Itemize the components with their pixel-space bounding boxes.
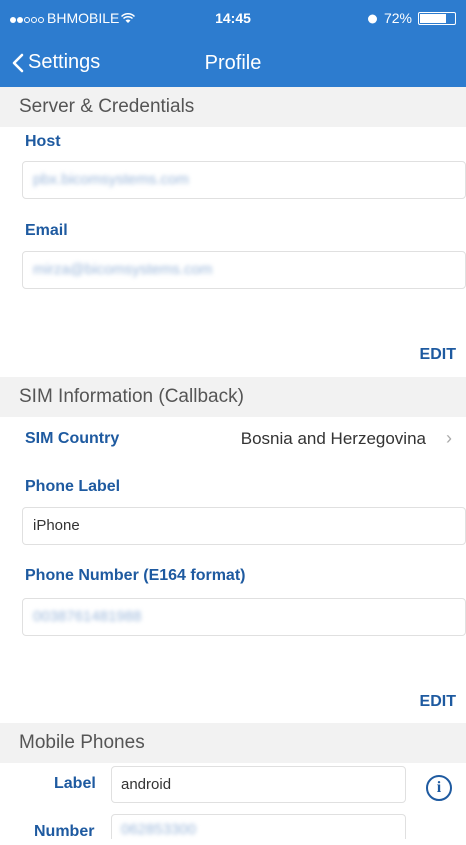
mobile-label-field[interactable]: android: [111, 766, 406, 803]
section-mobile-heading: Mobile Phones: [0, 723, 466, 763]
battery-icon: [418, 11, 456, 25]
battery-area: 72%: [367, 10, 456, 26]
host-value: pbx.bicomsystems.com: [33, 171, 189, 188]
host-field[interactable]: pbx.bicomsystems.com: [22, 161, 466, 199]
section-server-heading: Server & Credentials: [0, 87, 466, 127]
status-bar: BHMOBILE 14:45 72%: [0, 0, 466, 36]
alarm-icon: [367, 14, 377, 23]
mobile-number-field[interactable]: 062853300: [111, 814, 406, 839]
info-icon[interactable]: i: [426, 775, 452, 801]
email-value: mirza@bicomsystems.com: [33, 261, 213, 278]
battery-percent: 72%: [383, 10, 412, 26]
phone-label-value: iPhone: [33, 517, 80, 534]
mobile-label-value: android: [121, 776, 172, 793]
sim-edit-button[interactable]: EDIT: [420, 693, 456, 711]
sim-country-label: SIM Country: [25, 430, 120, 447]
email-field[interactable]: mirza@bicomsystems.com: [22, 251, 466, 289]
server-edit-button[interactable]: EDIT: [420, 346, 456, 364]
mobile-number-value: 062853300: [121, 821, 197, 838]
section-sim-heading: SIM Information (Callback): [0, 377, 466, 417]
phone-label-field[interactable]: iPhone: [22, 507, 466, 545]
sim-country-row[interactable]: SIM Country Bosnia and Herzegovina ›: [0, 420, 466, 460]
phone-number-label: Phone Number (E164 format): [25, 567, 246, 584]
email-label: Email: [25, 222, 68, 239]
phone-label-label: Phone Label: [25, 478, 121, 495]
host-label: Host: [25, 133, 61, 150]
mobile-number-label: Number: [34, 823, 95, 840]
chevron-right-icon: ›: [446, 428, 452, 448]
nav-bar: Settings Profile: [0, 45, 466, 85]
phone-number-field[interactable]: 0038761481988: [22, 598, 466, 636]
mobile-label-label: Label: [54, 775, 96, 792]
phone-number-value: 0038761481988: [33, 608, 142, 625]
page-title: Profile: [204, 52, 262, 74]
sim-country-value: Bosnia and Herzegovina: [240, 429, 426, 448]
app-header: BHMOBILE 14:45 72% Settings Profile: [0, 0, 466, 87]
